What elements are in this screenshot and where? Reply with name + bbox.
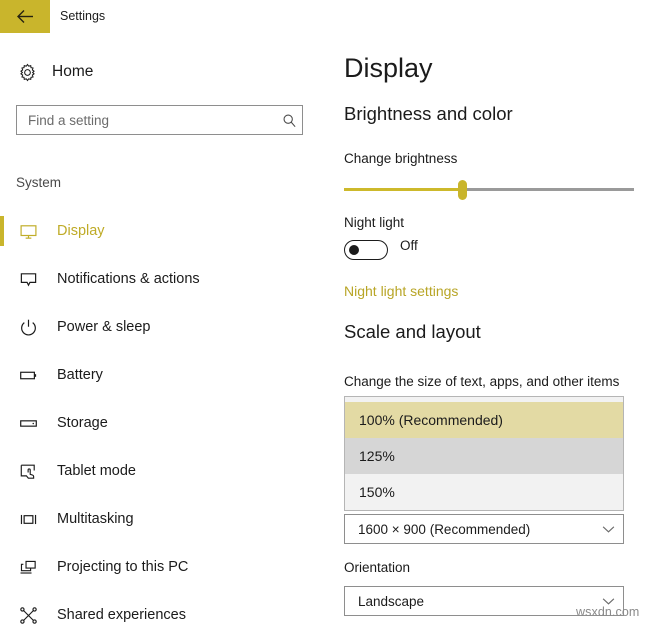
project-screen-icon — [16, 555, 40, 579]
main-content: Display Brightness and color Change brig… — [330, 33, 661, 626]
scale-section-heading: Scale and layout — [344, 321, 481, 343]
brightness-slider-label: Change brightness — [344, 151, 457, 166]
gear-icon — [16, 61, 38, 83]
sidebar-item-multitasking[interactable]: Multitasking — [0, 495, 330, 543]
battery-icon — [16, 363, 40, 387]
sidebar-item-label: Notifications & actions — [57, 271, 200, 287]
search-input[interactable] — [17, 106, 276, 134]
selection-indicator — [0, 408, 4, 438]
night-light-settings-link[interactable]: Night light settings — [344, 283, 458, 299]
sidebar-section-label: System — [16, 175, 61, 190]
sidebar-item-label: Storage — [57, 415, 108, 431]
night-light-label: Night light — [344, 215, 404, 230]
selection-indicator — [0, 552, 4, 582]
dropdown-option-150[interactable]: 150% — [345, 474, 623, 510]
arrow-left-icon — [16, 9, 35, 24]
sidebar-item-battery[interactable]: Battery — [0, 351, 330, 399]
share-nodes-icon — [16, 603, 40, 626]
sidebar-item-label: Tablet mode — [57, 463, 136, 479]
sidebar-item-label: Power & sleep — [57, 319, 151, 335]
dropdown-option-125[interactable]: 125% — [345, 438, 623, 474]
sidebar-item-label: Battery — [57, 367, 103, 383]
sidebar-item-projecting[interactable]: Projecting to this PC — [0, 543, 330, 591]
page-title: Display — [344, 53, 433, 84]
orientation-value: Landscape — [345, 594, 593, 609]
scale-dropdown-list[interactable]: 100% (Recommended) 125% 150% — [344, 396, 624, 511]
night-light-toggle[interactable] — [344, 240, 388, 260]
sidebar-item-label: Display — [57, 223, 105, 239]
selection-indicator — [0, 360, 4, 390]
title-bar: Settings — [0, 0, 661, 33]
selection-indicator — [0, 456, 4, 486]
resolution-combobox[interactable]: 1600 × 900 (Recommended) — [344, 514, 624, 544]
tablet-hand-icon — [16, 459, 40, 483]
brightness-section-heading: Brightness and color — [344, 103, 513, 125]
sidebar-item-label: Projecting to this PC — [57, 559, 188, 575]
back-button[interactable] — [0, 0, 50, 33]
selection-indicator — [0, 312, 4, 342]
chevron-down-icon[interactable] — [593, 515, 623, 543]
sidebar-item-home[interactable]: Home — [16, 59, 93, 85]
brightness-slider[interactable] — [344, 178, 634, 202]
sidebar-item-tablet-mode[interactable]: Tablet mode — [0, 447, 330, 495]
power-icon — [16, 315, 40, 339]
selection-indicator — [0, 216, 4, 246]
selection-indicator — [0, 264, 4, 294]
sidebar-item-notifications[interactable]: Notifications & actions — [0, 255, 330, 303]
sidebar-item-power-sleep[interactable]: Power & sleep — [0, 303, 330, 351]
dropdown-option-100[interactable]: 100% (Recommended) — [345, 402, 623, 438]
multitask-icon — [16, 507, 40, 531]
sidebar-nav-list: Display Notifications & actions — [0, 207, 330, 626]
sidebar-home-label: Home — [52, 63, 93, 81]
chat-bubble-icon — [16, 267, 40, 291]
monitor-icon — [16, 219, 40, 243]
search-icon[interactable] — [276, 106, 302, 134]
slider-fill — [344, 188, 463, 191]
slider-thumb[interactable] — [458, 180, 467, 200]
selection-indicator — [0, 600, 4, 626]
toggle-knob — [349, 245, 359, 255]
sidebar-item-shared-experiences[interactable]: Shared experiences — [0, 591, 330, 626]
sidebar-item-label: Multitasking — [57, 511, 134, 527]
sidebar-item-storage[interactable]: Storage — [0, 399, 330, 447]
selection-indicator — [0, 504, 4, 534]
search-box[interactable] — [16, 105, 303, 135]
settings-window: Settings Home System — [0, 0, 661, 626]
sidebar: Home System Display — [0, 33, 330, 626]
resolution-value: 1600 × 900 (Recommended) — [345, 522, 593, 537]
drive-icon — [16, 411, 40, 435]
watermark: wsxdn.com — [576, 605, 639, 619]
orientation-label: Orientation — [344, 560, 410, 575]
sidebar-item-label: Shared experiences — [57, 607, 186, 623]
night-light-state: Off — [400, 238, 418, 253]
sidebar-item-display[interactable]: Display — [0, 207, 330, 255]
scale-combo-label: Change the size of text, apps, and other… — [344, 374, 619, 389]
app-title: Settings — [60, 0, 105, 33]
